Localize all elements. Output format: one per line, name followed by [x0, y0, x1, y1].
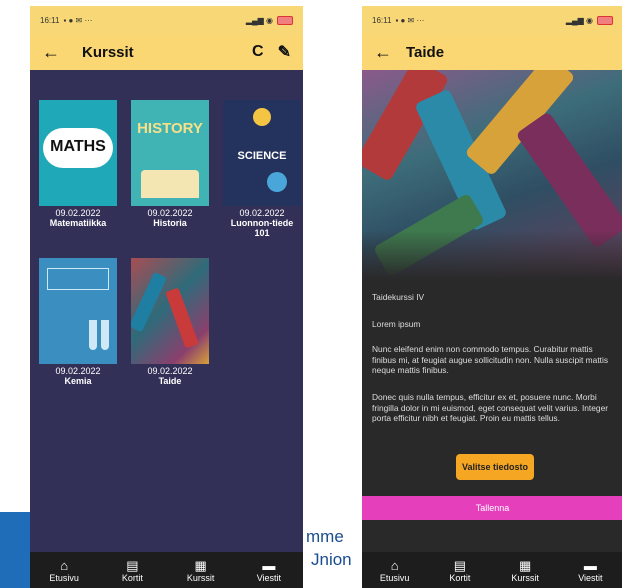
course-card-taide[interactable]: 09.02.2022 Taide — [131, 258, 209, 386]
background-blue-block — [0, 512, 30, 588]
course-name: Matematiikka — [49, 218, 107, 228]
course-date: 09.02.2022 — [147, 208, 193, 218]
thumbnail-word: MATHS — [50, 138, 106, 155]
course-description-2: Donec quis nulla tempus, efficitur ex et… — [372, 392, 609, 423]
course-name: Kemia — [64, 376, 92, 386]
edit-pencil-icon[interactable]: ✎ — [278, 42, 291, 62]
page-title: Kurssit — [82, 43, 134, 61]
course-date: 09.02.2022 — [147, 366, 193, 376]
nav-label: Kortit — [121, 572, 143, 583]
calendar-icon: ▤ — [126, 557, 139, 573]
chat-icon: ▬ — [262, 557, 276, 573]
phone-course-detail: 16:11 ▪ ● ✉ ··· ▂▄▆ ◉ ← Taide Taidekurssi… — [362, 6, 622, 588]
course-card-matematiikka[interactable]: MATHS 09.02.2022 Matematiikka — [39, 100, 117, 228]
thumbnail-word: HISTORY — [137, 120, 203, 137]
save-button[interactable]: Tallenna — [362, 496, 622, 520]
status-notification-icons: ▪ ● ✉ ··· — [395, 15, 425, 25]
course-date: 09.02.2022 — [239, 208, 285, 218]
course-description-1: Nunc eleifend enim non commodo tempus. C… — [372, 344, 609, 375]
nav-viestit[interactable]: ▬ Viestit — [243, 558, 295, 583]
course-title: Taidekurssi IV — [372, 292, 425, 302]
course-date: 09.02.2022 — [55, 208, 101, 218]
bottom-navigation: ⌂ Etusivu ▤ Kortit ▦ Kurssit ▬ Viestit — [30, 552, 303, 588]
nav-kortit[interactable]: ▤ Kortit — [434, 558, 486, 583]
hero-fade — [362, 230, 622, 280]
course-subtitle: Lorem ipsum — [372, 319, 421, 329]
course-name: Historia — [153, 218, 187, 228]
thumbnail-word: SCIENCE — [237, 150, 287, 162]
battery-icon — [277, 15, 293, 25]
app-bar: ← Taide — [362, 34, 622, 70]
nav-kurssit[interactable]: ▦ Kurssit — [499, 558, 551, 583]
nav-label: Kurssit — [511, 572, 539, 583]
battery-icon — [597, 15, 613, 25]
back-arrow-icon[interactable]: ← — [374, 42, 398, 63]
page-title: Taide — [406, 43, 445, 61]
status-notification-icons: ▪ ● ✉ ··· — [63, 15, 93, 25]
signal-wifi-icon: ▂▄▆ ◉ — [565, 15, 593, 25]
background-text-fragment: mme — [306, 527, 344, 546]
course-thumbnail: HISTORY — [131, 100, 209, 206]
course-date: 09.02.2022 — [55, 366, 101, 376]
course-thumbnail: MATHS — [39, 100, 117, 206]
status-bar: 16:11 ▪ ● ✉ ··· ▂▄▆ ◉ — [30, 6, 303, 34]
nav-kurssit[interactable]: ▦ Kurssit — [175, 558, 227, 583]
nav-label: Viestit — [578, 572, 603, 583]
nav-label: Etusivu — [379, 572, 410, 583]
nav-label: Etusivu — [49, 572, 79, 583]
course-name: Taide — [158, 376, 182, 386]
calendar-icon: ▤ — [453, 557, 467, 573]
course-hero-image — [362, 70, 622, 280]
nav-etusivu[interactable]: ⌂ Etusivu — [38, 558, 90, 583]
paintbrush-shape — [515, 111, 622, 249]
chat-icon: ▬ — [583, 557, 597, 573]
nav-viestit[interactable]: ▬ Viestit — [564, 558, 616, 583]
app-bar: ← Kurssit C ✎ — [30, 34, 303, 70]
course-thumbnail — [39, 258, 117, 364]
library-icon: ▦ — [194, 557, 207, 573]
phone-course-list: 16:11 ▪ ● ✉ ··· ▂▄▆ ◉ ← Kurssit C ✎ MATHS… — [30, 6, 303, 588]
library-icon: ▦ — [518, 557, 532, 573]
course-card-luonnontiede[interactable]: SCIENCE 09.02.2022 Luonnon-tiede 101 — [223, 100, 301, 238]
course-thumbnail — [131, 258, 209, 364]
nav-etusivu[interactable]: ⌂ Etusivu — [369, 558, 421, 583]
nav-label: Kortit — [449, 572, 471, 583]
back-arrow-icon[interactable]: ← — [42, 42, 66, 63]
bottom-navigation: ⌂ Etusivu ▤ Kortit ▦ Kurssit ▬ Viestit — [362, 552, 622, 588]
refresh-icon[interactable]: C — [252, 43, 264, 61]
course-name: Luonnon-tiede 101 — [230, 218, 294, 238]
course-card-historia[interactable]: HISTORY 09.02.2022 Historia — [131, 100, 209, 228]
background-text-fragment: Jnion — [311, 550, 352, 569]
status-time: 16:11 — [372, 15, 392, 25]
nav-kortit[interactable]: ▤ Kortit — [106, 558, 158, 583]
nav-label: Viestit — [256, 572, 282, 583]
home-icon: ⌂ — [60, 557, 69, 573]
choose-file-button[interactable]: Valitse tiedosto — [456, 454, 534, 480]
course-thumbnail: SCIENCE — [223, 100, 301, 206]
status-time: 16:11 — [40, 15, 60, 25]
home-icon: ⌂ — [390, 557, 399, 573]
nav-label: Kurssit — [186, 572, 215, 583]
course-card-kemia[interactable]: 09.02.2022 Kemia — [39, 258, 117, 386]
signal-wifi-icon: ▂▄▆ ◉ — [245, 15, 273, 25]
status-bar: 16:11 ▪ ● ✉ ··· ▂▄▆ ◉ — [362, 6, 622, 34]
